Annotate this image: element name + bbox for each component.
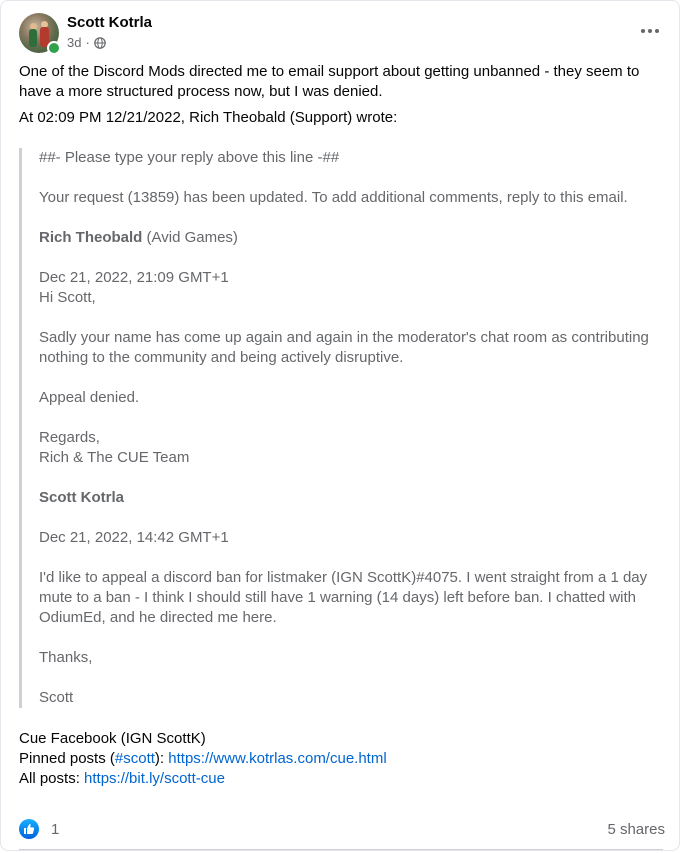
- post-card: Scott Kotrla 3d · One of the Discord Mod…: [0, 0, 680, 851]
- post-intro: One of the Discord Mods directed me to e…: [19, 63, 640, 100]
- signature: Scott: [39, 689, 74, 706]
- date-1: Dec 21, 2022, 21:09 GMT+1: [39, 269, 229, 286]
- more-options-button[interactable]: [639, 21, 661, 41]
- post-footer: Cue Facebook (IGN ScottK) Pinned posts (…: [19, 729, 387, 789]
- footer-pinned-line: Pinned posts (#scott): https://www.kotrl…: [19, 749, 387, 769]
- appeal-text: I'd like to appeal a discord ban for lis…: [39, 569, 648, 626]
- dot-icon: [655, 29, 659, 33]
- pinned-prefix: Pinned posts (: [19, 750, 115, 767]
- sender-name-1: Rich Theobald: [39, 229, 143, 246]
- email-quote-block: ##- Please type your reply above this li…: [19, 148, 659, 708]
- divider: [19, 849, 663, 850]
- post-wrote-line: At 02:09 PM 12/21/2022, Rich Theobald (S…: [19, 109, 398, 126]
- all-prefix: All posts:: [19, 770, 85, 787]
- post-meta: 3d ·: [67, 35, 106, 50]
- pinned-url-link[interactable]: https://www.kotrlas.com/cue.html: [168, 750, 386, 767]
- reactions-summary[interactable]: 1: [19, 819, 59, 839]
- thanks: Thanks,: [39, 649, 93, 666]
- footer-all-line: All posts: https://bit.ly/scott-cue: [19, 769, 387, 789]
- hashtag-link[interactable]: #scott: [115, 750, 155, 767]
- online-status-dot: [47, 41, 61, 55]
- dot-icon: [648, 29, 652, 33]
- denial-reason: Sadly your name has come up again and ag…: [39, 329, 649, 366]
- footer-line-1: Cue Facebook (IGN ScottK): [19, 730, 206, 747]
- sender-line-2: Scott Kotrla: [39, 488, 659, 508]
- globe-icon: [94, 36, 106, 49]
- reaction-count[interactable]: 1: [51, 821, 59, 838]
- sender-name-2: Scott Kotrla: [39, 489, 125, 506]
- pinned-mid: ):: [154, 750, 169, 767]
- sender-line-1: Rich Theobald (Avid Games): [39, 228, 659, 248]
- sender-org-1: (Avid Games): [142, 229, 238, 246]
- request-updated: Your request (13859) has been updated. T…: [39, 189, 628, 206]
- shares-count[interactable]: 5 shares: [607, 821, 665, 838]
- greeting: Hi Scott,: [39, 289, 96, 306]
- like-icon: [19, 819, 39, 839]
- all-posts-link[interactable]: https://bit.ly/scott-cue: [84, 770, 225, 787]
- appeal-denied: Appeal denied.: [39, 389, 140, 406]
- dot-icon: [641, 29, 645, 33]
- post-timestamp[interactable]: 3d: [67, 35, 81, 50]
- post-body: One of the Discord Mods directed me to e…: [19, 62, 659, 128]
- author-name[interactable]: Scott Kotrla: [67, 14, 152, 31]
- date-2: Dec 21, 2022, 14:42 GMT+1: [39, 529, 229, 546]
- reply-marker: ##- Please type your reply above this li…: [39, 149, 340, 166]
- meta-separator: ·: [85, 35, 90, 50]
- signoff: Rich & The CUE Team: [39, 449, 190, 466]
- regards: Regards,: [39, 429, 100, 446]
